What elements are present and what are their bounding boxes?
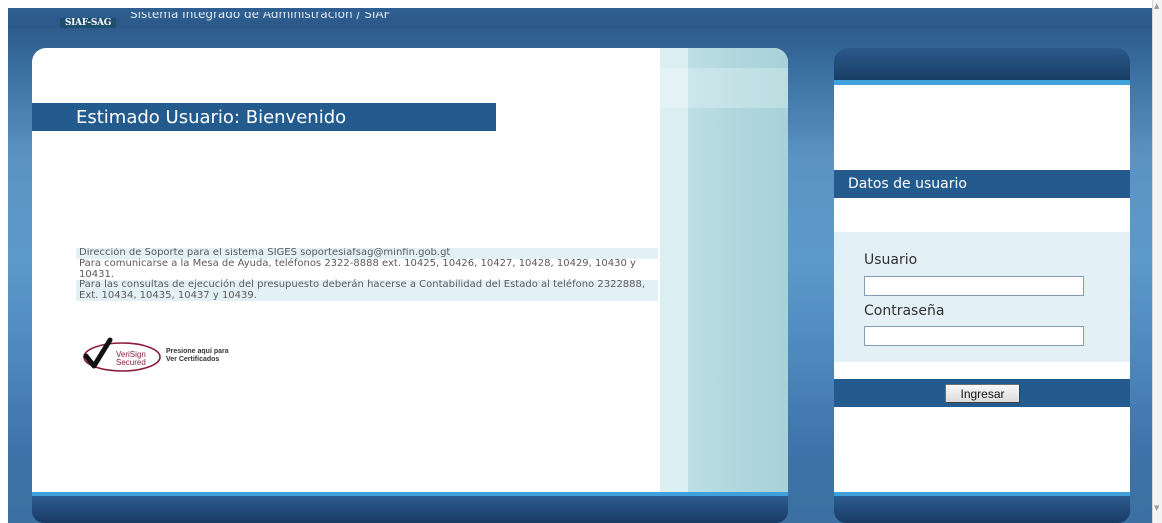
certificates-link-line2: Ver Certificados bbox=[166, 356, 220, 363]
verisign-checkmark-icon: VeriSign Secured bbox=[83, 337, 161, 372]
panel-decoration-highlight bbox=[660, 68, 788, 108]
username-input[interactable] bbox=[864, 276, 1084, 296]
support-info: Dirección de Soporte para el sistema SIG… bbox=[76, 248, 658, 310]
left-edge bbox=[0, 28, 8, 523]
app-header: SIAF-SAG Sistema Integrado de Administra… bbox=[8, 8, 1152, 29]
login-button[interactable]: Ingresar bbox=[945, 384, 1020, 403]
login-panel-title: Datos de usuario bbox=[848, 176, 967, 192]
username-label: Usuario bbox=[864, 252, 918, 268]
certificates-link[interactable]: Presione aquí para Ver Certificados bbox=[166, 348, 256, 364]
password-input[interactable] bbox=[864, 326, 1084, 346]
vertical-scrollbar[interactable] bbox=[1152, 0, 1162, 523]
main-panel-footer bbox=[32, 496, 788, 523]
budget-info: Para las consultas de ejecución del pres… bbox=[76, 279, 658, 301]
welcome-heading: Estimado Usuario: Bienvenido bbox=[76, 107, 347, 128]
verisign-seal-line2: Secured bbox=[116, 358, 146, 367]
scroll-up-arrow-icon[interactable]: ▲ bbox=[1154, 3, 1160, 10]
panel-decoration-column bbox=[688, 48, 788, 492]
scroll-down-arrow-icon[interactable]: ▼ bbox=[1154, 505, 1160, 512]
login-panel-top bbox=[834, 48, 1130, 80]
password-label: Contraseña bbox=[864, 303, 945, 319]
helpdesk-info: Para comunicarse a la Mesa de Ayuda, tel… bbox=[79, 258, 636, 280]
app-title-text: Sistema Integrado de Administración / SI… bbox=[130, 12, 391, 21]
certificates-link-line1: Presione aquí para bbox=[166, 348, 229, 355]
login-panel-footer bbox=[834, 496, 1130, 523]
app-title: Sistema Integrado de Administración / SI… bbox=[130, 12, 450, 24]
verisign-seal-link[interactable]: VeriSign Secured Presione aquí para Ver … bbox=[80, 336, 250, 374]
panel-decoration-stripe bbox=[660, 48, 688, 492]
